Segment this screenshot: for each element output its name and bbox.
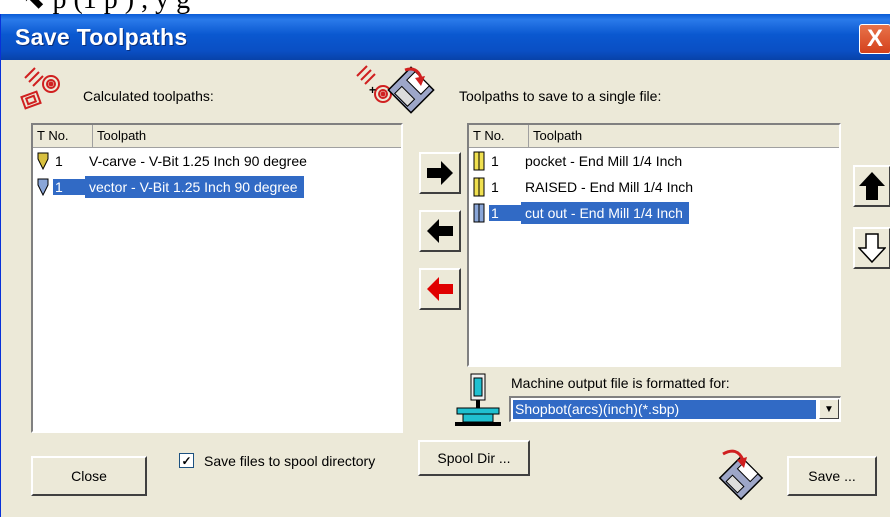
add-to-save-list-button[interactable] xyxy=(419,152,461,194)
row-tno: 1 xyxy=(489,205,521,221)
row-toolpath-name: RAISED - End Mill 1/4 Inch xyxy=(525,179,694,195)
row-tno: 1 xyxy=(491,153,499,169)
red-arrow-left-icon xyxy=(427,277,453,301)
arrow-down-icon xyxy=(858,233,886,264)
row-toolpath-name: vector - V-Bit 1.25 Inch 90 degree xyxy=(85,176,304,198)
arrow-right-icon xyxy=(427,161,453,185)
list-header: T No. Toolpath xyxy=(469,125,839,148)
save-disk-icon xyxy=(718,449,764,501)
column-header-toolpath[interactable]: Toolpath xyxy=(93,125,401,147)
column-header-toolpath[interactable]: Toolpath xyxy=(529,125,839,147)
machine-output-label: Machine output file is formatted for: xyxy=(511,375,730,391)
move-down-button[interactable] xyxy=(853,227,890,269)
close-window-button[interactable]: X xyxy=(859,24,890,54)
move-up-button[interactable] xyxy=(853,165,890,207)
arrow-left-icon xyxy=(427,219,453,243)
arrow-up-icon xyxy=(859,172,885,200)
spool-directory-label: Save files to spool directory xyxy=(204,453,376,469)
remove-all-from-save-list-button[interactable] xyxy=(419,268,461,310)
v-bit-icon xyxy=(37,152,55,170)
save-toolpaths-dialog: Save Toolpaths X Calculated toolpaths: +… xyxy=(0,14,890,517)
toolpaths-to-save-list[interactable]: T No. Toolpath 1 pocket - End Mill 1/4 I… xyxy=(467,123,841,367)
remove-from-save-list-button[interactable] xyxy=(419,210,461,252)
spool-directory-checkbox[interactable]: ✓ xyxy=(179,453,194,468)
toolpaths-icon xyxy=(20,67,60,110)
title-bar[interactable]: Save Toolpaths X xyxy=(1,14,890,60)
svg-text:+: + xyxy=(369,83,376,97)
calculated-toolpaths-list[interactable]: T No. Toolpath 1 V-carve - V-Bit 1.25 In… xyxy=(31,123,403,433)
end-mill-icon xyxy=(473,177,491,197)
post-processor-value: Shopbot(arcs)(inch)(*.sbp) xyxy=(513,400,816,419)
end-mill-icon xyxy=(473,151,491,171)
column-header-tno[interactable]: T No. xyxy=(469,125,529,147)
list-item[interactable]: 1 RAISED - End Mill 1/4 Inch xyxy=(469,174,839,200)
toolpaths-to-save-label: Toolpaths to save to a single file: xyxy=(459,88,662,104)
spool-dir-button[interactable]: Spool Dir ... xyxy=(418,440,530,476)
list-header: T No. Toolpath xyxy=(33,125,401,148)
machine-icon xyxy=(455,373,501,426)
list-item[interactable]: 1 V-carve - V-Bit 1.25 Inch 90 degree xyxy=(33,148,401,174)
row-tno: 1 xyxy=(53,179,85,195)
list-item[interactable]: 1 cut out - End Mill 1/4 Inch xyxy=(469,200,839,226)
background-window-text: ⬉ p (1 p ) , y g xyxy=(0,0,890,14)
dialog-title: Save Toolpaths xyxy=(15,24,188,50)
list-item[interactable]: 1 vector - V-Bit 1.25 Inch 90 degree xyxy=(33,174,401,200)
column-header-tno[interactable]: T No. xyxy=(33,125,93,147)
close-button[interactable]: Close xyxy=(31,456,147,496)
chevron-down-icon[interactable]: ▼ xyxy=(819,399,839,419)
list-item[interactable]: 1 pocket - End Mill 1/4 Inch xyxy=(469,148,839,174)
row-tno: 1 xyxy=(491,179,499,195)
save-button[interactable]: Save ... xyxy=(787,456,877,496)
row-toolpath-name: V-carve - V-Bit 1.25 Inch 90 degree xyxy=(89,153,307,169)
row-tno: 1 xyxy=(55,153,63,169)
post-processor-select[interactable]: Shopbot(arcs)(inch)(*.sbp) ▼ xyxy=(509,396,841,422)
row-toolpath-name: pocket - End Mill 1/4 Inch xyxy=(525,153,683,169)
save-to-file-icon: + xyxy=(356,65,435,114)
calculated-toolpaths-label: Calculated toolpaths: xyxy=(83,88,214,104)
row-toolpath-name: cut out - End Mill 1/4 Inch xyxy=(521,202,689,224)
